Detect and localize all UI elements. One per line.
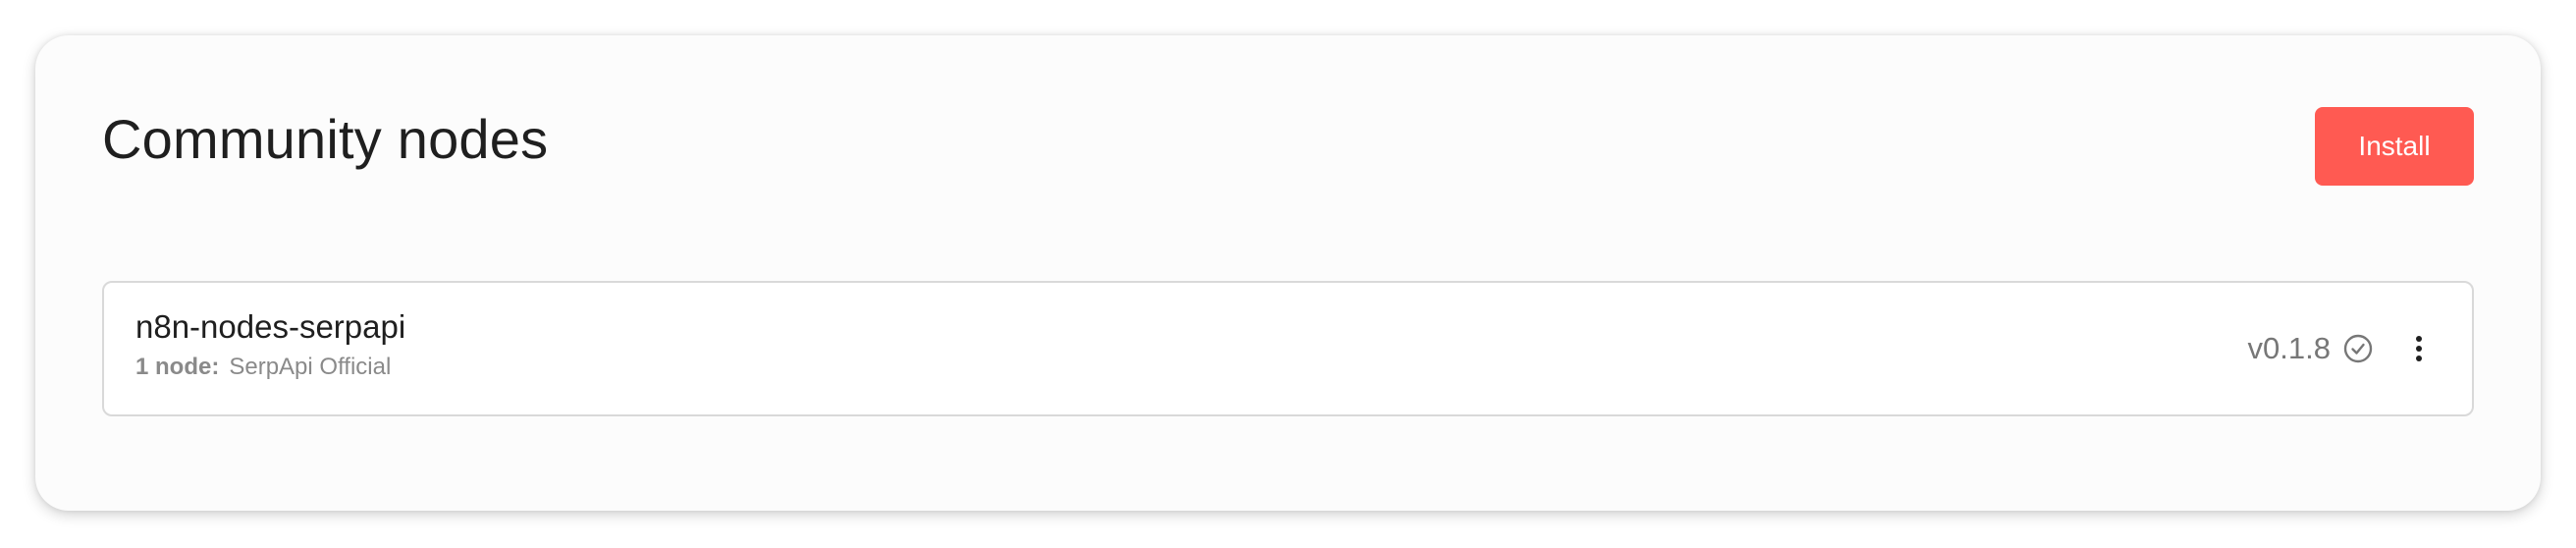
node-count: 1 node: (135, 354, 220, 380)
package-name: n8n-nodes-serpapi (135, 308, 406, 345)
package-menu-button[interactable] (2401, 329, 2437, 368)
node-list: SerpApi Official (229, 354, 392, 380)
package-card[interactable]: n8n-nodes-serpapi 1 node: SerpApi Officia… (102, 281, 2474, 416)
package-version: v0.1.8 (2247, 331, 2331, 365)
check-circle-icon (2342, 333, 2374, 364)
community-nodes-panel: Community nodes Install n8n-nodes-serpap… (35, 35, 2541, 511)
vertical-dots-icon (2416, 336, 2422, 361)
install-button[interactable]: Install (2315, 107, 2474, 186)
package-actions: v0.1.8 (2248, 283, 2437, 414)
package-meta: 1 node: SerpApi Official (135, 354, 391, 381)
page-title: Community nodes (102, 108, 549, 170)
